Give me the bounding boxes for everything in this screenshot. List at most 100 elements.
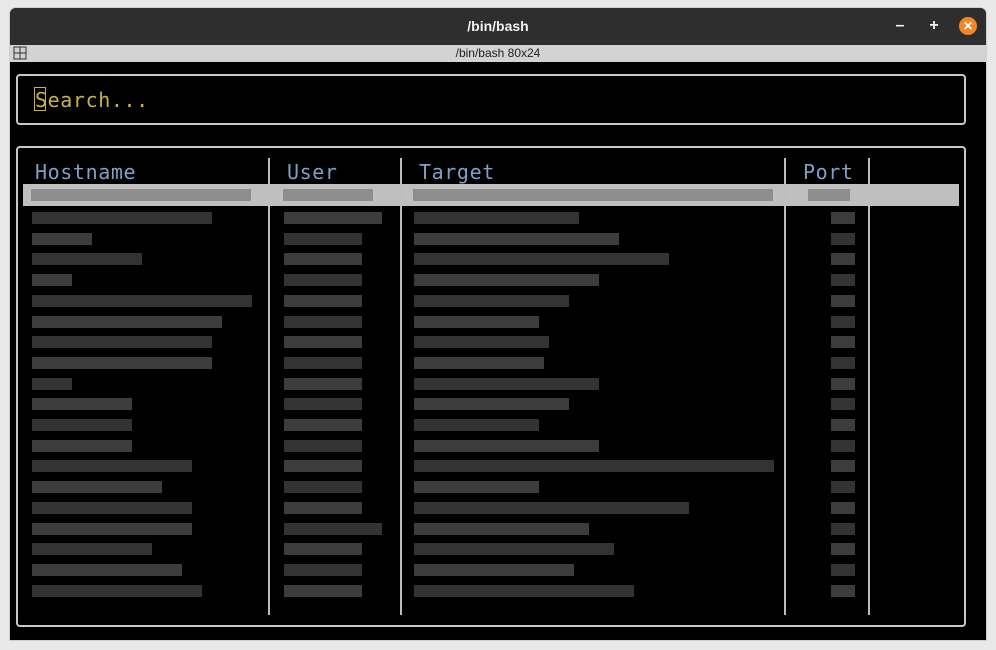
redacted-cell — [284, 439, 362, 452]
redacted-cell — [414, 481, 539, 494]
redacted-cell — [284, 563, 362, 576]
redacted-cell — [284, 336, 362, 349]
redacted-cell — [284, 356, 362, 369]
redacted-cell — [32, 274, 72, 287]
terminal-area[interactable]: Search... Hostname User Target Port — [10, 62, 986, 640]
redacted-cell — [284, 584, 362, 597]
redacted-cell — [284, 501, 362, 514]
redacted-cell — [32, 377, 72, 390]
redacted-cell — [414, 377, 599, 390]
redacted-cell — [831, 543, 855, 556]
redacted-cell — [284, 419, 362, 431]
tab-title: /bin/bash 80x24 — [455, 46, 541, 60]
table-row[interactable] — [18, 539, 964, 559]
redacted-cell — [32, 501, 192, 514]
table-row[interactable] — [18, 374, 964, 394]
redacted-cell — [414, 563, 574, 576]
redacted-cell — [284, 377, 362, 390]
table-row[interactable] — [18, 519, 964, 539]
redacted-cell — [831, 232, 855, 245]
redacted-cell — [414, 543, 614, 556]
table-row[interactable] — [18, 498, 964, 518]
redacted-cell — [414, 419, 539, 431]
redacted-cell — [414, 336, 549, 349]
title-bar[interactable]: /bin/bash – + ✕ — [10, 8, 986, 45]
redacted-cell — [414, 294, 569, 307]
redacted-cell — [32, 460, 192, 473]
redacted-cell — [831, 501, 855, 514]
redacted-cell — [831, 563, 855, 576]
redacted-cell — [32, 315, 222, 328]
redacted-cell — [414, 356, 544, 369]
maximize-button[interactable]: + — [925, 17, 943, 35]
column-divider — [868, 158, 870, 615]
tab-bar: /bin/bash 80x24 — [10, 45, 986, 62]
redacted-cell — [32, 439, 132, 452]
column-header-target: Target — [419, 160, 495, 184]
redacted-cell — [284, 481, 362, 494]
redacted-cell — [32, 336, 212, 349]
table-row[interactable] — [18, 436, 964, 456]
table-row[interactable] — [18, 270, 964, 290]
table-row[interactable] — [18, 581, 964, 601]
table-row[interactable] — [18, 332, 964, 352]
redacted-cell — [831, 315, 855, 328]
column-divider — [268, 158, 270, 615]
redacted-cell — [32, 356, 212, 369]
table-row[interactable] — [18, 208, 964, 228]
minimize-button[interactable]: – — [891, 17, 909, 35]
search-input[interactable]: Search... — [35, 88, 149, 112]
redacted-cell — [831, 398, 855, 411]
redacted-cell — [284, 274, 362, 287]
redacted-cell — [414, 439, 599, 452]
table-row[interactable] — [18, 312, 964, 332]
redacted-cell — [831, 377, 855, 390]
redacted-cell — [284, 253, 362, 266]
redacted-cell — [32, 543, 152, 556]
table-row[interactable] — [18, 560, 964, 580]
selected-row[interactable] — [23, 184, 959, 206]
table-row[interactable] — [18, 394, 964, 414]
redacted-cell — [414, 212, 579, 224]
redacted-cell — [32, 232, 92, 245]
redacted-cell — [32, 294, 252, 307]
redacted-cell — [284, 460, 362, 473]
redacted-cell — [32, 419, 132, 431]
table-row[interactable] — [18, 456, 964, 476]
terminal-window: /bin/bash – + ✕ /bin/bash 80x24 Search..… — [10, 8, 986, 640]
redacted-cell — [284, 212, 382, 224]
redacted-cell — [414, 522, 589, 535]
redacted-cell — [831, 274, 855, 287]
redacted-cell — [831, 212, 855, 224]
redacted-cell — [414, 398, 569, 411]
window-title: /bin/bash — [467, 18, 529, 34]
redacted-cell — [32, 253, 142, 266]
table-row[interactable] — [18, 415, 964, 435]
redacted-cell — [414, 460, 774, 473]
close-button[interactable]: ✕ — [959, 17, 977, 35]
redacted-cell — [414, 501, 689, 514]
redacted-cell — [32, 584, 202, 597]
redacted-cell — [414, 253, 669, 266]
redacted-cell — [831, 460, 855, 473]
redacted-cell — [32, 563, 182, 576]
table-row[interactable] — [18, 229, 964, 249]
redacted-cell — [32, 398, 132, 411]
table-row[interactable] — [18, 249, 964, 269]
redacted-cell — [284, 232, 362, 245]
redacted-cell — [831, 522, 855, 535]
column-header-hostname: Hostname — [35, 160, 137, 184]
table-row[interactable] — [18, 353, 964, 373]
redacted-cell — [831, 481, 855, 494]
redacted-cell — [414, 232, 619, 245]
table-row[interactable] — [18, 291, 964, 311]
column-divider — [400, 158, 402, 615]
redacted-cell — [414, 584, 634, 597]
redacted-cell — [831, 584, 855, 597]
host-table: Hostname User Target Port — [16, 146, 966, 627]
table-row[interactable] — [18, 477, 964, 497]
column-divider — [784, 158, 786, 615]
redacted-cell — [284, 315, 362, 328]
search-box[interactable]: Search... — [16, 74, 966, 125]
redacted-cell — [284, 294, 362, 307]
